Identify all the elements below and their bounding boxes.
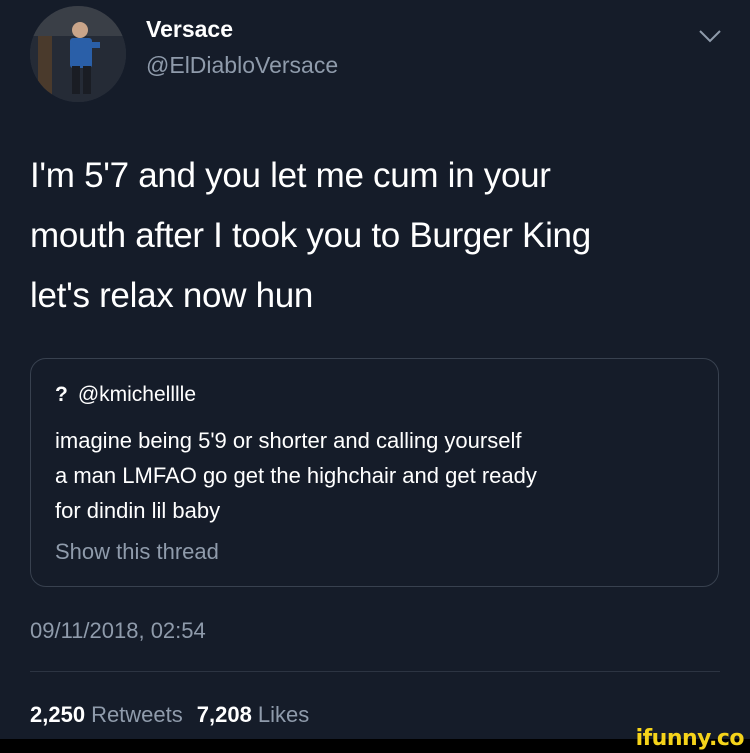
- quoted-text-line: imagine being 5'9 or shorter and calling…: [55, 428, 522, 453]
- quoted-tweet-text: imagine being 5'9 or shorter and calling…: [55, 423, 715, 528]
- tweet-text: I'm 5'7 and you let me cum in your mouth…: [30, 146, 720, 326]
- ifunny-watermark: ifunny.co: [635, 726, 745, 751]
- likes-label: Likes: [257, 702, 310, 727]
- tweet-stats: 2,250 Retweets 7,208 Likes: [30, 702, 309, 728]
- avatar-photo: [30, 6, 126, 102]
- retweets-count: 2,250: [30, 702, 86, 727]
- avatar[interactable]: [30, 6, 126, 102]
- quoted-tweet-handle: @kmichelllle: [77, 383, 197, 406]
- quoted-author-marker: ?: [55, 383, 68, 406]
- tweet-text-line: I'm 5'7 and you let me cum in your: [30, 156, 551, 195]
- tweet-text-line: mouth after I took you to Burger King: [30, 216, 591, 255]
- quoted-text-line: for dindin lil baby: [55, 498, 221, 523]
- quoted-text-line: a man LMFAO go get the highchair and get…: [55, 463, 537, 488]
- likes-stat[interactable]: 7,208 Likes: [197, 702, 309, 727]
- user-handle[interactable]: @ElDiabloVersace: [146, 52, 338, 79]
- chevron-down-icon[interactable]: [697, 27, 723, 45]
- quoted-tweet-card[interactable]: ? @kmichelllle imagine being 5'9 or short…: [30, 358, 719, 587]
- retweets-label: Retweets: [91, 702, 183, 727]
- divider: [30, 671, 720, 672]
- tweet-timestamp[interactable]: 09/11/2018, 02:54: [30, 618, 206, 644]
- likes-count: 7,208: [196, 702, 252, 727]
- retweets-stat[interactable]: 2,250 Retweets: [30, 702, 183, 727]
- display-name[interactable]: Versace: [146, 16, 233, 43]
- show-thread-link[interactable]: Show this thread: [55, 539, 219, 565]
- tweet-header: Versace @ElDiabloVersace: [0, 0, 750, 110]
- tweet-text-line: let's relax now hun: [30, 276, 314, 315]
- quoted-tweet-author: ? @kmichelllle: [55, 383, 196, 407]
